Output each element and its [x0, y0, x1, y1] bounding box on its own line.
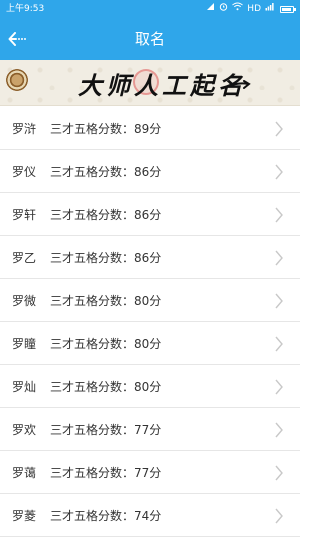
seal-icon [6, 69, 28, 91]
score-label: 三才五格分数：80分 [50, 336, 162, 351]
network-type-label: HD [247, 4, 261, 14]
list-item[interactable]: 罗浒 三才五格分数：89分 [0, 107, 300, 150]
list-item[interactable]: 罗仪 三才五格分数：86分 [0, 150, 300, 193]
cellular-icon [265, 0, 274, 18]
chevron-right-icon [275, 379, 283, 395]
banner-title: 大师人工起名 [78, 71, 246, 100]
name-label: 罗瞳 [12, 336, 37, 351]
signal-icon [206, 0, 215, 18]
name-label: 罗灿 [12, 379, 37, 394]
list-item[interactable]: 罗灿 三才五格分数：80分 [0, 365, 300, 408]
master-naming-banner[interactable]: 大师人工起名 [0, 60, 300, 106]
score-label: 三才五格分数：80分 [50, 293, 162, 308]
score-label: 三才五格分数：86分 [50, 250, 162, 265]
list-item[interactable]: 罗轩 三才五格分数：86分 [0, 193, 300, 236]
name-label: 罗仪 [12, 164, 37, 179]
chevron-right-icon [275, 465, 283, 481]
chevron-right-icon [275, 121, 283, 137]
list-item[interactable]: 罗瞳 三才五格分数：80分 [0, 322, 300, 365]
wifi-icon [232, 0, 244, 18]
score-label: 三才五格分数：74分 [50, 508, 162, 523]
chevron-right-icon [275, 164, 283, 180]
score-label: 三才五格分数：86分 [50, 164, 162, 179]
score-label: 三才五格分数：80分 [50, 379, 162, 394]
chevron-right-icon [275, 250, 283, 266]
status-time: 上午9:53 [6, 4, 45, 14]
page-title: 取名 [134, 30, 165, 48]
list-item[interactable]: 罗微 三才五格分数：80分 [0, 279, 300, 322]
list-item[interactable]: 罗乙 三才五格分数：86分 [0, 236, 300, 279]
name-label: 罗浒 [12, 121, 37, 136]
chevron-right-icon [275, 207, 283, 223]
arrow-right-icon [226, 80, 251, 89]
chevron-right-icon [275, 508, 283, 524]
status-icons: HD [206, 0, 296, 18]
status-bar: 上午9:53 HD [0, 0, 300, 18]
name-label: 罗微 [12, 293, 37, 308]
score-label: 三才五格分数：77分 [50, 465, 162, 480]
chevron-right-icon [275, 422, 283, 438]
chevron-right-icon [275, 293, 283, 309]
app-bar: 取名 [0, 18, 300, 60]
score-label: 三才五格分数：89分 [50, 121, 162, 136]
list-item[interactable]: 罗欢 三才五格分数：77分 [0, 408, 300, 451]
name-label: 罗菱 [12, 508, 37, 523]
name-label: 罗欢 [12, 422, 37, 437]
name-label: 罗轩 [12, 207, 37, 222]
list-item[interactable]: 罗菱 三才五格分数：74分 [0, 494, 300, 537]
battery-icon [280, 5, 296, 13]
chevron-right-icon [275, 336, 283, 352]
list-item[interactable]: 罗蔼 三才五格分数：77分 [0, 451, 300, 494]
name-label: 罗蔼 [12, 465, 37, 480]
name-list: 罗浒 三才五格分数：89分 罗仪 三才五格分数：86分 罗轩 三才五格分数：86… [0, 107, 300, 537]
alarm-icon [219, 0, 228, 18]
score-label: 三才五格分数：86分 [50, 207, 162, 222]
score-label: 三才五格分数：77分 [50, 422, 162, 437]
name-label: 罗乙 [12, 250, 37, 265]
